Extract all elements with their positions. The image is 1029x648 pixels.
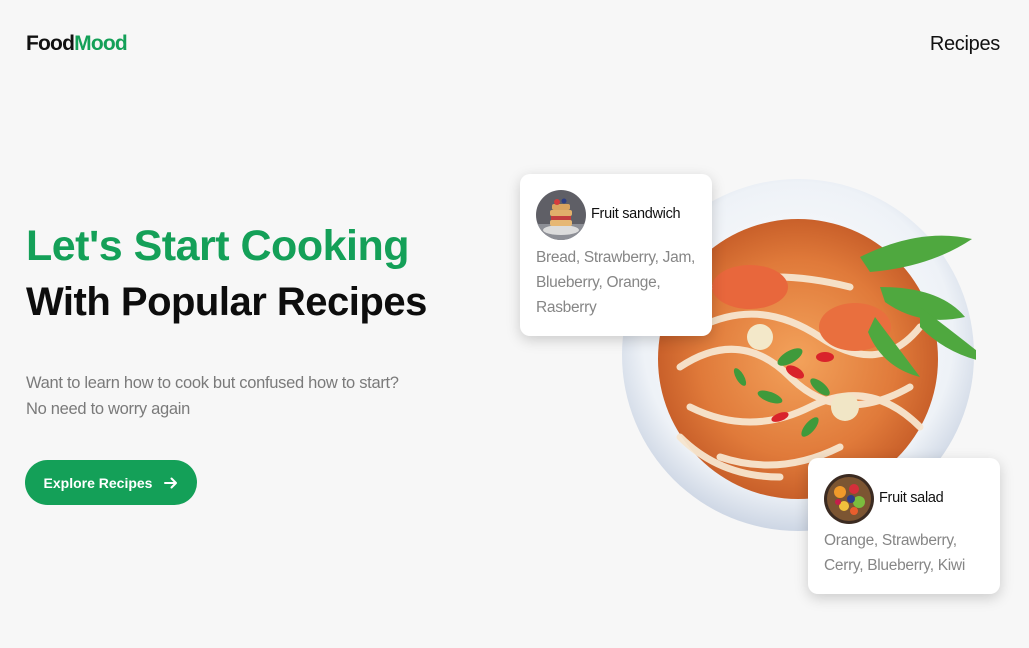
hero-description: Want to learn how to cook but confused h… <box>26 370 466 422</box>
recipe-card-fruit-sandwich[interactable]: Fruit sandwich Bread, Strawberry, Jam, B… <box>520 174 712 336</box>
hero-title-line2: With Popular Recipes <box>26 280 427 324</box>
logo-food: Food <box>26 32 75 55</box>
fruit-sandwich-photo-icon <box>536 190 586 240</box>
nav-recipes-link[interactable]: Recipes <box>930 33 1000 56</box>
hero-description-line1: Want to learn how to cook but confused h… <box>26 374 399 392</box>
card-title: Fruit salad <box>879 490 944 506</box>
logo-mood: Mood <box>74 32 128 55</box>
card-title: Fruit sandwich <box>591 206 681 222</box>
arrow-right-icon <box>164 477 178 489</box>
landing-page: FoodMood Recipes Let's Start Cooking Wit… <box>0 0 1029 648</box>
card-ingredients: Bread, Strawberry, Jam, Blueberry, Orang… <box>536 249 696 316</box>
logo[interactable]: FoodMood <box>26 32 128 56</box>
recipe-card-fruit-salad[interactable]: Fruit salad Orange, Strawberry, Cerry, B… <box>808 458 1000 594</box>
explore-recipes-button[interactable]: Explore Recipes <box>25 460 197 505</box>
fruit-salad-photo-icon <box>824 474 874 524</box>
hero-title-line1: Let's Start Cooking <box>26 222 409 270</box>
explore-recipes-label: Explore Recipes <box>43 474 153 491</box>
card-ingredients: Orange, Strawberry, Cerry, Blueberry, Ki… <box>824 532 965 574</box>
hero-description-line2: No need to worry again <box>26 400 190 418</box>
